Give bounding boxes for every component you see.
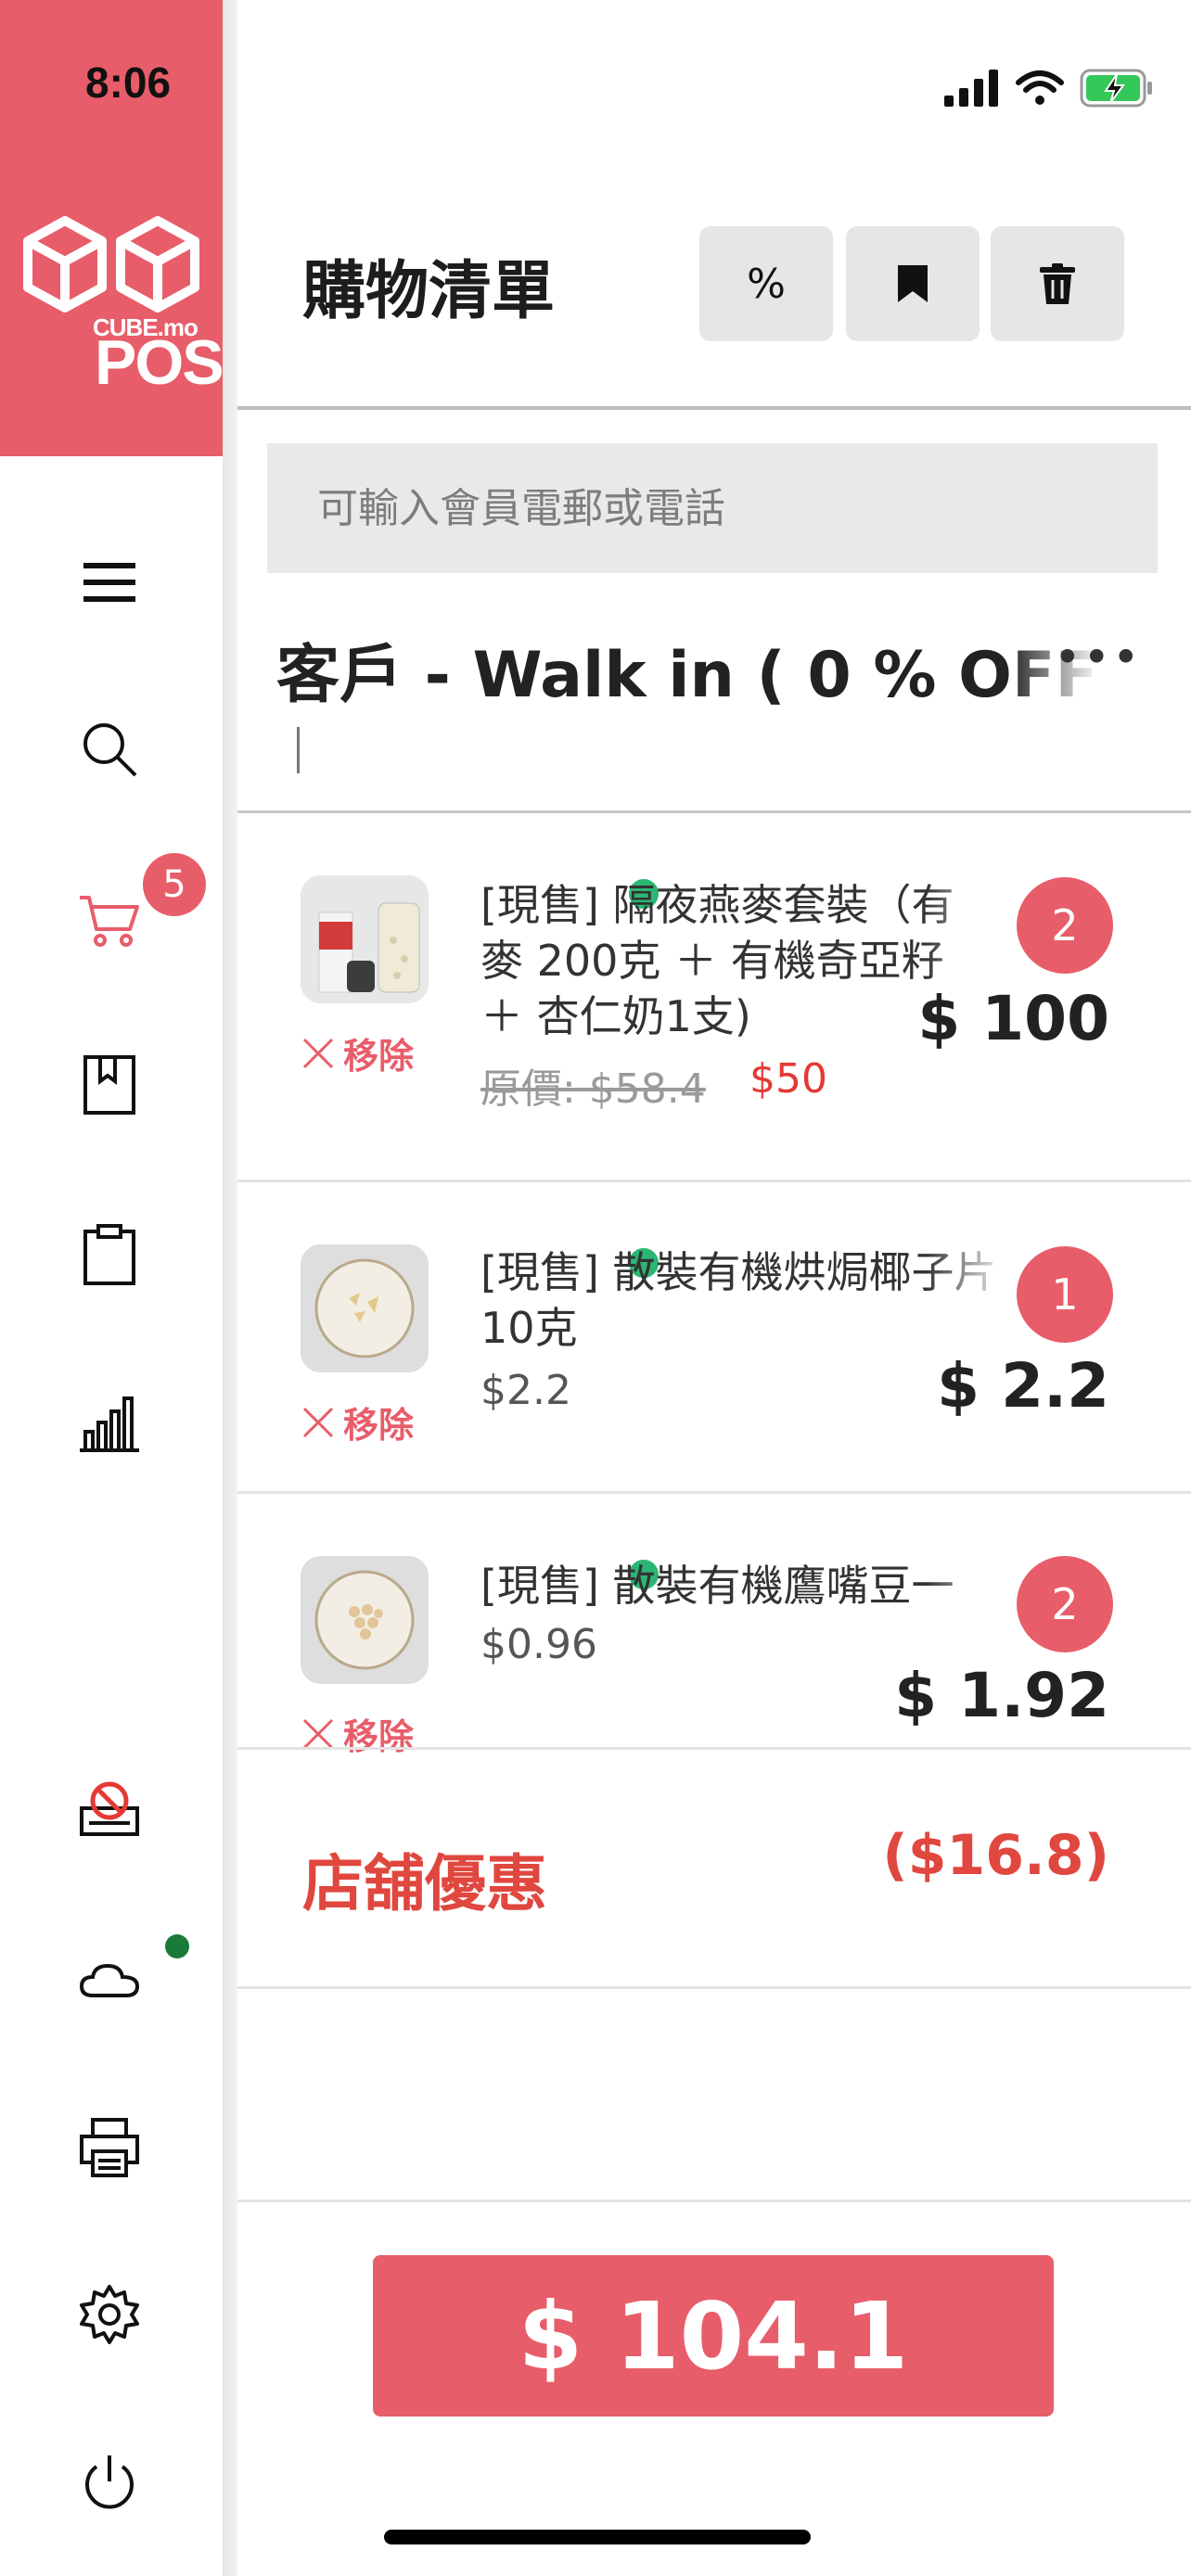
footer-divider [237, 2200, 1191, 2202]
header-divider [237, 406, 1191, 410]
cash-drawer-disabled-icon[interactable] [70, 1771, 148, 1849]
item-name: [現售] 散裝有機鷹嘴豆一 [480, 1558, 1000, 1613]
clipboard-icon[interactable] [70, 1217, 148, 1294]
more-options-button[interactable]: ••• [1054, 631, 1141, 684]
menu-icon[interactable] [70, 543, 148, 621]
customer-label[interactable]: 客戶 - Walk in ( 0 % OFF [276, 623, 1093, 715]
checkout-button[interactable]: $ 104.1 [373, 2255, 1054, 2417]
quantity-badge[interactable]: 2 [1017, 877, 1113, 974]
sidebar-divider [223, 0, 237, 2576]
item-name-line: [現售] 散裝有機鷹嘴豆一 [480, 1561, 954, 1611]
clear-cart-button[interactable] [991, 226, 1124, 341]
status-time: 8:06 [85, 58, 172, 107]
unit-price: $0.96 [480, 1621, 597, 1668]
list-divider [237, 810, 1191, 813]
cart-icon[interactable] [70, 881, 148, 959]
cart-panel: 購物清單 % 客戶 - Walk in ( 0 % OFF ••• 移除 [237, 0, 1191, 2576]
printer-icon[interactable] [70, 2109, 148, 2187]
close-icon [302, 1718, 334, 1749]
remove-button[interactable]: 移除 [301, 1396, 414, 1447]
store-discount-label: 店舖優惠 [302, 1848, 547, 1919]
bar-chart-icon[interactable] [70, 1385, 148, 1463]
line-total: $ 2.2 [937, 1350, 1109, 1422]
line-total: $ 1.92 [894, 1660, 1109, 1731]
sync-status-dot [165, 1934, 189, 1958]
item-name: [現售] 散裝有機烘焗椰子片 10克 [480, 1244, 1000, 1356]
item-divider [237, 1491, 1191, 1494]
sale-price: $50 [749, 1055, 827, 1103]
bookmark-filled-icon [898, 265, 928, 302]
gear-icon[interactable] [70, 2276, 148, 2353]
cart-count-badge: 5 [143, 853, 206, 916]
product-thumbnail [301, 875, 429, 1003]
discount-divider [237, 1986, 1191, 1989]
item-name-line: [現售] 隔夜燕麥套裝（有 [480, 880, 954, 930]
remove-button[interactable]: 移除 [301, 1027, 414, 1078]
original-price: 原價: $58.4 [480, 1065, 706, 1113]
remove-label: 移除 [343, 1036, 415, 1077]
item-divider [237, 1180, 1191, 1182]
save-cart-button[interactable] [846, 226, 980, 341]
product-thumbnail [301, 1244, 429, 1372]
remove-label: 移除 [343, 1405, 415, 1446]
sidebar: 8:06 CUBE.mo POS 5 [0, 0, 224, 2576]
page-title: 購物清單 [302, 255, 556, 328]
logo-text-big: POS [95, 327, 224, 398]
bookmark-icon[interactable] [70, 1046, 148, 1124]
close-icon [302, 1407, 334, 1437]
store-discount-value: ($16.8) [882, 1823, 1109, 1888]
quantity-badge[interactable]: 1 [1017, 1246, 1113, 1343]
item-name-line: 麥 200克 ＋ 有機奇亞籽 [480, 936, 944, 986]
cloud-icon[interactable] [70, 1938, 148, 2016]
item-name-fade [926, 877, 1009, 988]
remove-button[interactable]: 移除 [301, 1708, 414, 1759]
remove-label: 移除 [343, 1716, 415, 1757]
home-indicator[interactable] [384, 2530, 811, 2544]
power-icon[interactable] [70, 2444, 148, 2522]
quantity-badge[interactable]: 2 [1017, 1556, 1113, 1652]
item-name-line: 10克 [480, 1303, 578, 1353]
discount-button[interactable]: % [699, 226, 833, 341]
member-search-input[interactable] [267, 443, 1158, 573]
trash-icon [1040, 263, 1075, 304]
product-thumbnail [301, 1556, 429, 1684]
search-icon[interactable] [70, 710, 148, 788]
unit-price: $2.2 [480, 1367, 571, 1414]
brand-block: 8:06 CUBE.mo POS [0, 0, 224, 456]
close-icon [302, 1038, 334, 1068]
discount-divider [237, 1747, 1191, 1750]
item-name-fade [926, 1244, 1009, 1300]
item-name-fade [926, 1558, 1009, 1613]
line-total: $ 100 [917, 983, 1109, 1054]
text-caret [297, 727, 300, 773]
item-name-line: [現售] 散裝有機烘焗椰子片 [480, 1247, 997, 1297]
